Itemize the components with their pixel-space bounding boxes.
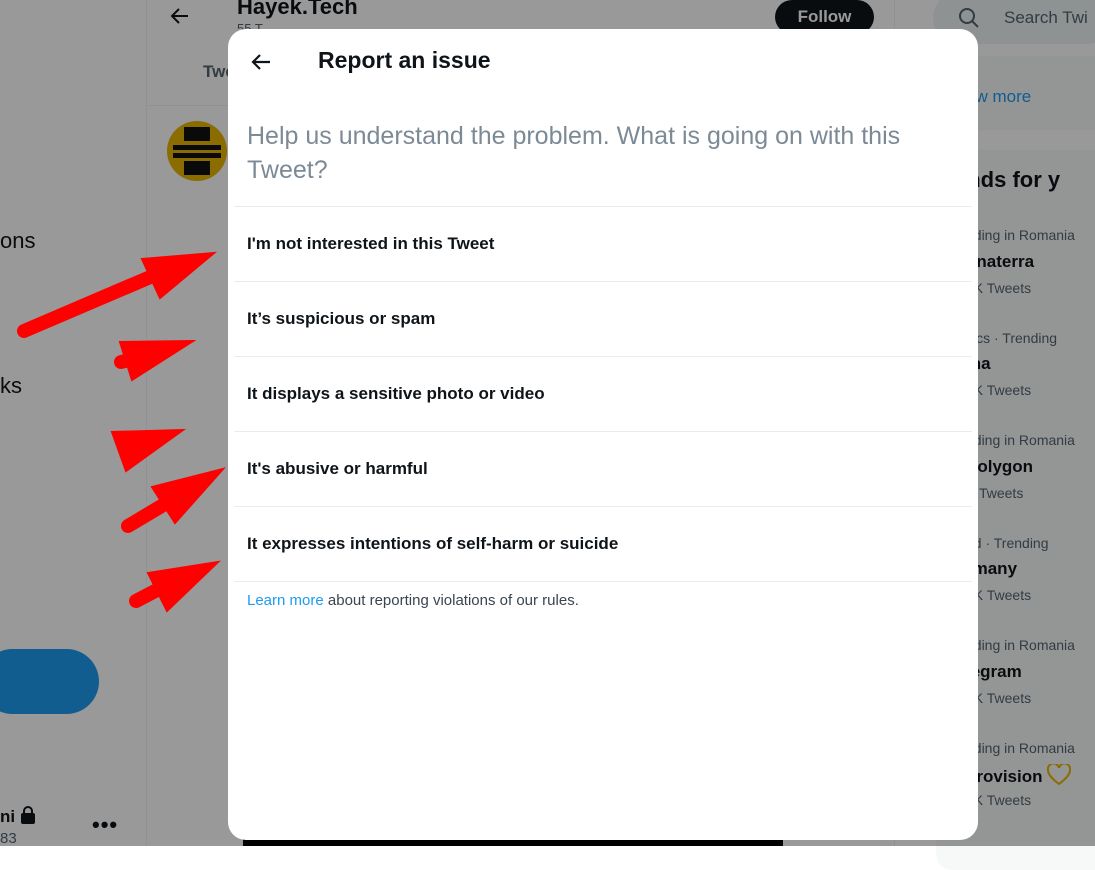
footer-text: about reporting violations of our rules. (323, 592, 579, 609)
footer-note: Learn more about reporting violations of… (247, 592, 579, 609)
arrow-head (150, 467, 226, 525)
option-not-interested[interactable]: I'm not interested in this Tweet (234, 206, 972, 281)
arrow-head (118, 339, 197, 382)
option-self-harm[interactable]: It expresses intentions of self-harm or … (234, 506, 972, 582)
option-suspicious-spam[interactable]: It’s suspicious or spam (234, 281, 972, 356)
arrow-head (140, 251, 218, 300)
report-dialog: Report an issue Help us understand the p… (228, 29, 978, 840)
dialog-title: Report an issue (318, 47, 491, 73)
back-arrow-icon[interactable] (250, 51, 272, 73)
arrow-shaft (17, 265, 169, 338)
arrow-head (110, 428, 187, 473)
option-abusive-harmful[interactable]: It's abusive or harmful (234, 431, 972, 506)
learn-more-link[interactable]: Learn more (247, 592, 324, 609)
dialog-prompt: Help us understand the problem. What is … (247, 122, 901, 184)
report-options-list: I'm not interested in this Tweet It’s su… (234, 206, 972, 582)
arrow-head (146, 560, 221, 613)
option-sensitive-media[interactable]: It displays a sensitive photo or video (234, 356, 972, 431)
